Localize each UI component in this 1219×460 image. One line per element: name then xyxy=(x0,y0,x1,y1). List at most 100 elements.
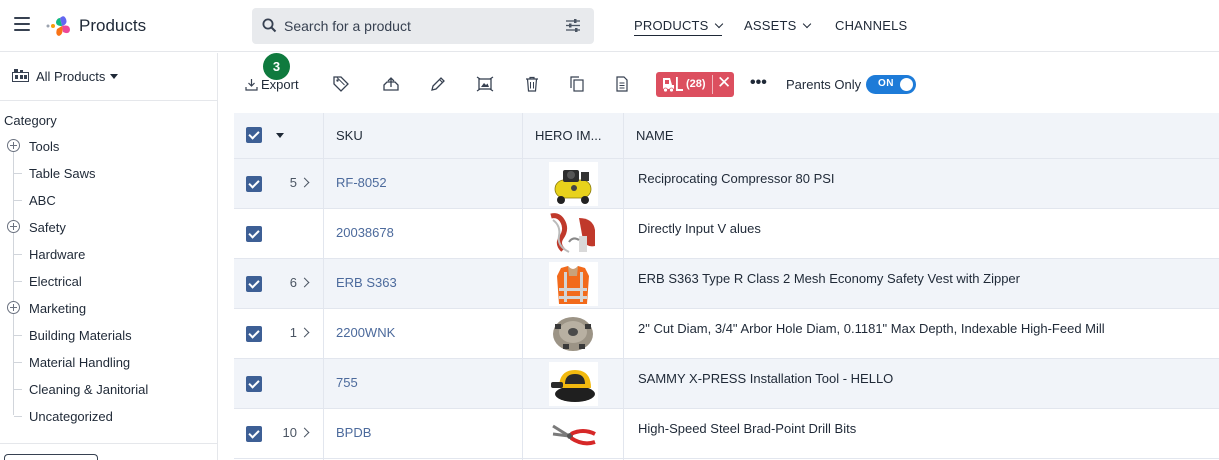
category-label: Electrical xyxy=(29,274,82,289)
table-row[interactable]: 5 RF-8052 Reciprocating Compressor 80 PS… xyxy=(234,159,1219,209)
chevron-right-icon xyxy=(299,277,310,288)
variant-count[interactable]: 6 xyxy=(272,275,310,290)
category-label: Safety xyxy=(29,220,66,235)
sku-link[interactable]: RF-8052 xyxy=(336,175,387,190)
product-name[interactable]: Directly Input V alues xyxy=(638,221,761,236)
category-hardware[interactable]: Hardware xyxy=(0,241,217,268)
table-header: SKU HERO IM... NAME xyxy=(234,113,1219,159)
filter-count: (28) xyxy=(686,78,706,90)
row-checkbox[interactable] xyxy=(246,276,262,292)
row-checkbox[interactable] xyxy=(246,426,262,442)
forklift-icon xyxy=(662,76,684,96)
sku-link[interactable]: 755 xyxy=(336,375,358,390)
nav-products[interactable]: PRODUCTS xyxy=(634,18,723,36)
row-checkbox[interactable] xyxy=(246,176,262,192)
table-row[interactable]: 6 ERB S363 ERB S363 Type R Class 2 Mesh … xyxy=(234,259,1219,309)
edit-icon[interactable] xyxy=(429,75,449,95)
toggle-state-label: ON xyxy=(878,78,894,89)
nav-assets[interactable]: ASSETS xyxy=(744,18,811,33)
expand-icon[interactable] xyxy=(7,139,20,152)
category-table-saws[interactable]: Table Saws xyxy=(0,160,217,187)
top-bar: Products Search for a product PRODUCTS A… xyxy=(0,0,1219,52)
catalog-icon xyxy=(12,69,29,85)
category-heading: Category xyxy=(4,113,57,128)
category-cleaning-janitorial[interactable]: Cleaning & Janitorial xyxy=(0,376,217,403)
image-edit-icon[interactable] xyxy=(476,75,496,95)
filter-sliders-icon[interactable] xyxy=(566,19,580,35)
variant-count[interactable]: 10 xyxy=(272,425,310,440)
close-icon[interactable]: ✕ xyxy=(717,73,731,93)
column-header-name[interactable]: NAME xyxy=(624,113,1219,159)
copy-icon[interactable] xyxy=(568,75,588,95)
app-logo xyxy=(46,14,74,38)
nav-channels[interactable]: CHANNELS xyxy=(835,18,907,33)
chevron-right-icon xyxy=(299,427,310,438)
category-label: Tools xyxy=(29,139,60,154)
hose-tool-image[interactable] xyxy=(549,212,598,256)
chevron-down-icon xyxy=(802,19,811,29)
table-row[interactable]: 1 2200WNK 2" Cut Diam, 3/4" Arbor Hole D… xyxy=(234,309,1219,359)
chevron-down-icon xyxy=(714,19,723,29)
app-title: Products xyxy=(79,16,147,35)
caret-down-icon[interactable] xyxy=(276,133,284,138)
category-material-handling[interactable]: Material Handling xyxy=(0,349,217,376)
row-checkbox[interactable] xyxy=(246,326,262,342)
parents-only-label: Parents Only xyxy=(786,77,862,92)
category-tools[interactable]: Tools xyxy=(0,133,217,160)
sku-link[interactable]: BPDB xyxy=(336,425,371,440)
column-header-hero-image[interactable]: HERO IM... xyxy=(523,113,623,159)
products-table: SKU HERO IM... NAME 5 RF-8052 Reciprocat… xyxy=(234,113,1219,460)
sku-link[interactable]: ERB S363 xyxy=(336,275,397,290)
milling-cutter-image[interactable] xyxy=(549,312,598,356)
column-header-sku[interactable]: SKU xyxy=(324,113,523,159)
sidebar-footer-button[interactable] xyxy=(4,454,98,460)
expand-icon[interactable] xyxy=(7,220,20,233)
product-name[interactable]: SAMMY X-PRESS Installation Tool - HELLO xyxy=(638,371,893,386)
category-abc[interactable]: ABC xyxy=(0,187,217,214)
category-label: ABC xyxy=(29,193,56,208)
catalog-selector-label: All Products xyxy=(36,69,106,84)
document-icon[interactable] xyxy=(613,75,633,95)
variant-count[interactable]: 1 xyxy=(272,325,310,340)
column-divider xyxy=(522,113,523,460)
product-name[interactable]: High-Speed Steel Brad-Point Drill Bits xyxy=(638,421,856,436)
variant-count[interactable]: 5 xyxy=(272,175,310,190)
category-electrical[interactable]: Electrical xyxy=(0,268,217,295)
category-safety[interactable]: Safety xyxy=(0,214,217,241)
safety-vest-image[interactable] xyxy=(549,262,598,306)
category-label: Building Materials xyxy=(29,328,132,343)
compressor-image[interactable] xyxy=(549,162,598,206)
category-uncategorized[interactable]: Uncategorized xyxy=(0,403,217,430)
search-input[interactable]: Search for a product xyxy=(252,8,594,44)
category-building-materials[interactable]: Building Materials xyxy=(0,322,217,349)
category-marketing[interactable]: Marketing xyxy=(0,295,217,322)
upload-icon[interactable] xyxy=(382,75,402,95)
parents-only-toggle[interactable]: ON xyxy=(866,75,916,94)
select-all-checkbox[interactable] xyxy=(246,127,262,143)
tag-icon[interactable] xyxy=(332,75,352,95)
sku-link[interactable]: 20038678 xyxy=(336,225,394,240)
search-placeholder: Search for a product xyxy=(284,18,411,34)
table-row[interactable]: 755 SAMMY X-PRESS Installation Tool - HE… xyxy=(234,359,1219,409)
pliers-image[interactable] xyxy=(549,412,598,456)
expand-icon[interactable] xyxy=(7,301,20,314)
action-toolbar: 3 Export (28) ✕ ••• Parents Only ON xyxy=(219,53,1219,113)
product-name[interactable]: ERB S363 Type R Class 2 Mesh Economy Saf… xyxy=(638,271,1020,286)
chevron-right-icon xyxy=(299,327,310,338)
active-filter-chip[interactable]: (28) ✕ xyxy=(656,72,734,97)
row-checkbox[interactable] xyxy=(246,226,262,242)
divider xyxy=(0,100,217,101)
menu-icon[interactable] xyxy=(14,17,30,31)
delete-icon[interactable] xyxy=(523,75,543,95)
row-checkbox[interactable] xyxy=(246,376,262,392)
orbital-sander-image[interactable] xyxy=(549,362,598,406)
product-name[interactable]: 2" Cut Diam, 3/4" Arbor Hole Diam, 0.118… xyxy=(638,321,1105,336)
sku-link[interactable]: 2200WNK xyxy=(336,325,395,340)
table-row[interactable]: 20038678 Directly Input V alues xyxy=(234,209,1219,259)
toggle-knob xyxy=(900,78,913,91)
search-icon xyxy=(262,18,277,36)
table-row[interactable]: 10 BPDB High-Speed Steel Brad-Point Dril… xyxy=(234,409,1219,459)
export-button[interactable]: Export xyxy=(245,76,299,92)
more-options-icon[interactable]: ••• xyxy=(750,74,767,92)
product-name[interactable]: Reciprocating Compressor 80 PSI xyxy=(638,171,835,186)
